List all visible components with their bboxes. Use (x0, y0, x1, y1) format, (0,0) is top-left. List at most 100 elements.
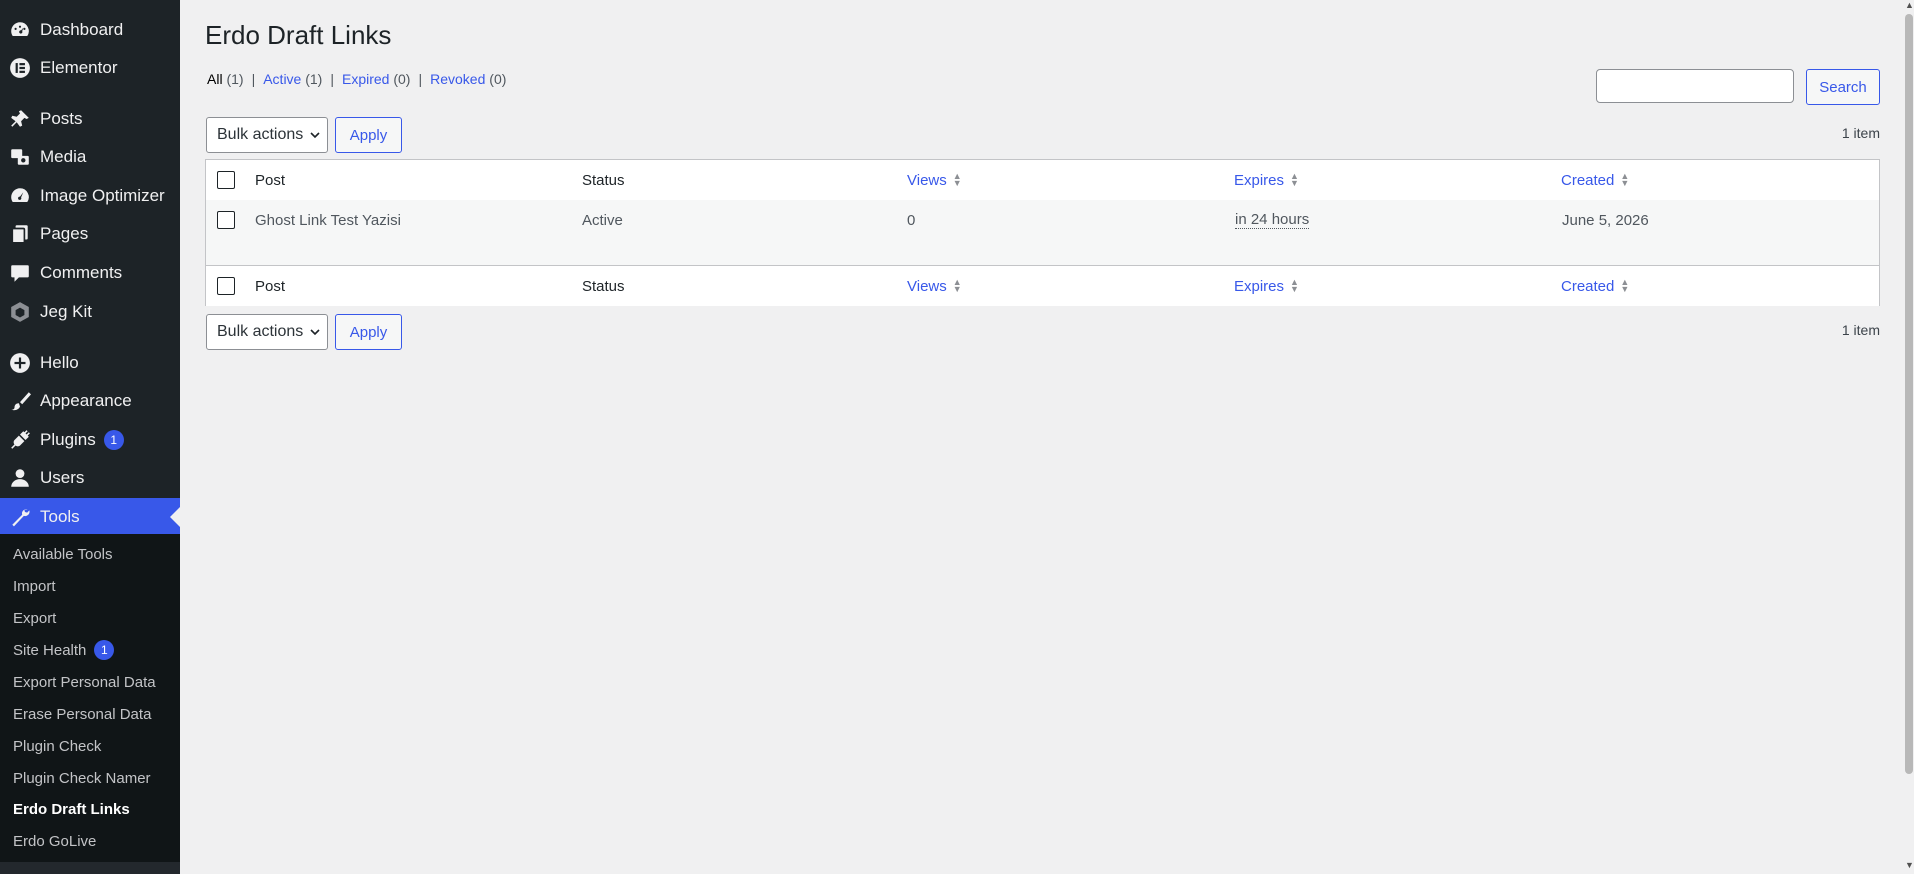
page-title: Erdo Draft Links (205, 20, 392, 50)
bulk-actions-label: Bulk actions (217, 126, 304, 143)
menu-label: Pages (40, 224, 89, 243)
menu-label: Comments (40, 263, 123, 282)
menu-hello[interactable]: Hello (0, 344, 180, 382)
submenu-import[interactable]: Import (13, 574, 56, 598)
dashboard-icon (8, 18, 32, 42)
row-checkbox[interactable] (217, 211, 235, 229)
submenu-erase-personal-data[interactable]: Erase Personal Data (13, 702, 151, 726)
menu-label: Dashboard (40, 20, 124, 39)
site-health-badge: 1 (94, 640, 115, 660)
column-created[interactable]: Created ▲ ▼ (1561, 266, 1629, 306)
submenu-erdo-draft-links[interactable]: Erdo Draft Links (13, 797, 130, 821)
gauge-icon (8, 184, 32, 208)
admin-sidebar: Dashboard Elementor Posts Media Image Op… (0, 0, 180, 874)
submenu-available-tools[interactable]: Available Tools (13, 542, 113, 566)
column-post: Post (255, 277, 286, 295)
column-expires-label: Expires (1234, 171, 1285, 189)
submenu-export-personal-data[interactable]: Export Personal Data (13, 670, 156, 694)
table-header: Post Status Views ▲ ▼ Expires ▲ ▼ Created ▲ ▼ (206, 160, 1879, 201)
row-created: June 5, 2026 (1562, 211, 1649, 229)
menu-label: Plugins (40, 430, 96, 449)
column-views[interactable]: Views ▲ ▼ (907, 266, 962, 306)
menu-appearance[interactable]: Appearance (0, 382, 180, 420)
scroll-up-arrow-icon[interactable]: ▲ (1905, 0, 1914, 10)
select-all-checkbox-footer[interactable] (217, 277, 235, 295)
select-all-checkbox[interactable] (217, 171, 235, 189)
row-post-title[interactable]: Ghost Link Test Yazisi (255, 200, 401, 240)
menu-label: Jeg Kit (40, 302, 92, 321)
main-content: Erdo Draft Links All (1) | Active (1) | … (180, 0, 1904, 874)
elementor-icon (8, 56, 32, 80)
sort-icon: ▲ ▼ (1620, 171, 1630, 188)
filter-all[interactable]: All (207, 71, 223, 87)
menu-label: Appearance (40, 391, 132, 410)
brush-icon (8, 389, 32, 413)
menu-dashboard[interactable]: Dashboard (0, 11, 180, 49)
bulk-actions-label: Bulk actions (217, 323, 304, 340)
table-footer: Post Status Views ▲ ▼ Expires ▲ ▼ Created ▲ ▼ (206, 265, 1879, 306)
comment-icon (8, 261, 32, 285)
filter-expired-count: (0) (393, 71, 411, 87)
menu-label: Tools (40, 507, 80, 526)
sidebar-footer (0, 862, 180, 874)
table-row: Ghost Link Test Yazisi Active 0 in 24 ho… (206, 200, 1879, 265)
apply-button-bottom[interactable]: Apply (335, 314, 402, 350)
column-views-label: Views (907, 171, 947, 189)
hexagon-icon (8, 300, 32, 324)
menu-media[interactable]: Media (0, 138, 180, 176)
column-expires-label: Expires (1234, 277, 1285, 295)
menu-label: Posts (40, 109, 83, 128)
apply-button-top[interactable]: Apply (335, 117, 402, 153)
page-scrollbar[interactable]: ▲ ▼ (1904, 0, 1914, 874)
scroll-thumb[interactable] (1905, 14, 1913, 774)
tools-submenu: Available Tools Import Export Site Healt… (0, 534, 180, 862)
menu-elementor[interactable]: Elementor (0, 49, 180, 87)
pages-icon (8, 222, 32, 246)
sort-icon: ▲ ▼ (1620, 277, 1630, 294)
submenu-export[interactable]: Export (13, 606, 56, 630)
draft-links-table: Post Status Views ▲ ▼ Expires ▲ ▼ Created ▲ ▼ … (205, 159, 1880, 306)
item-count-bottom: 1 item (1841, 322, 1880, 338)
media-icon (8, 145, 32, 169)
menu-jeg-kit[interactable]: Jeg Kit (0, 293, 180, 331)
column-expires[interactable]: Expires ▲ ▼ (1234, 266, 1299, 306)
submenu-plugin-check-namer[interactable]: Plugin Check Namer (13, 766, 151, 790)
sort-icon: ▲ ▼ (1290, 171, 1299, 188)
filter-active[interactable]: Active (263, 71, 301, 87)
wrench-icon (8, 505, 32, 529)
submenu-site-health[interactable]: Site Health 1 (13, 638, 115, 662)
filter-revoked[interactable]: Revoked (430, 71, 485, 87)
submenu-erdo-golive[interactable]: Erdo GoLive (13, 829, 96, 853)
submenu-plugin-check[interactable]: Plugin Check (13, 734, 101, 758)
plug-icon (8, 428, 32, 452)
bulk-actions-select-top[interactable]: Bulk actions (206, 117, 328, 153)
column-views[interactable]: Views ▲ ▼ (907, 160, 962, 200)
submenu-label: Site Health (13, 641, 87, 659)
filter-all-count: (1) (226, 71, 244, 87)
bulk-actions-select-bottom[interactable]: Bulk actions (206, 314, 328, 350)
menu-plugins[interactable]: Plugins 1 (0, 421, 180, 459)
plus-circle-icon (8, 351, 32, 375)
filter-separator: | (251, 71, 256, 87)
column-expires[interactable]: Expires ▲ ▼ (1234, 160, 1299, 200)
row-expires-value: in 24 hours (1235, 211, 1310, 229)
row-views: 0 (907, 211, 916, 229)
column-post: Post (255, 171, 286, 189)
menu-label: Users (40, 468, 85, 487)
row-expires: in 24 hours (1235, 200, 1310, 240)
column-created[interactable]: Created ▲ ▼ (1561, 160, 1629, 200)
menu-tools[interactable]: Tools (0, 498, 180, 536)
filter-separator: | (330, 71, 334, 87)
user-icon (8, 466, 32, 490)
search-button[interactable]: Search (1806, 69, 1880, 105)
sort-icon: ▲ ▼ (952, 277, 962, 294)
menu-pages[interactable]: Pages (0, 215, 180, 253)
menu-posts[interactable]: Posts (0, 100, 180, 138)
menu-comments[interactable]: Comments (0, 254, 180, 292)
menu-users[interactable]: Users (0, 459, 180, 497)
scroll-down-arrow-icon[interactable]: ▼ (1905, 860, 1914, 870)
menu-image-optimizer[interactable]: Image Optimizer (0, 177, 180, 215)
filter-expired[interactable]: Expired (342, 71, 389, 87)
menu-label: Hello (40, 353, 79, 372)
search-input[interactable] (1596, 69, 1794, 103)
